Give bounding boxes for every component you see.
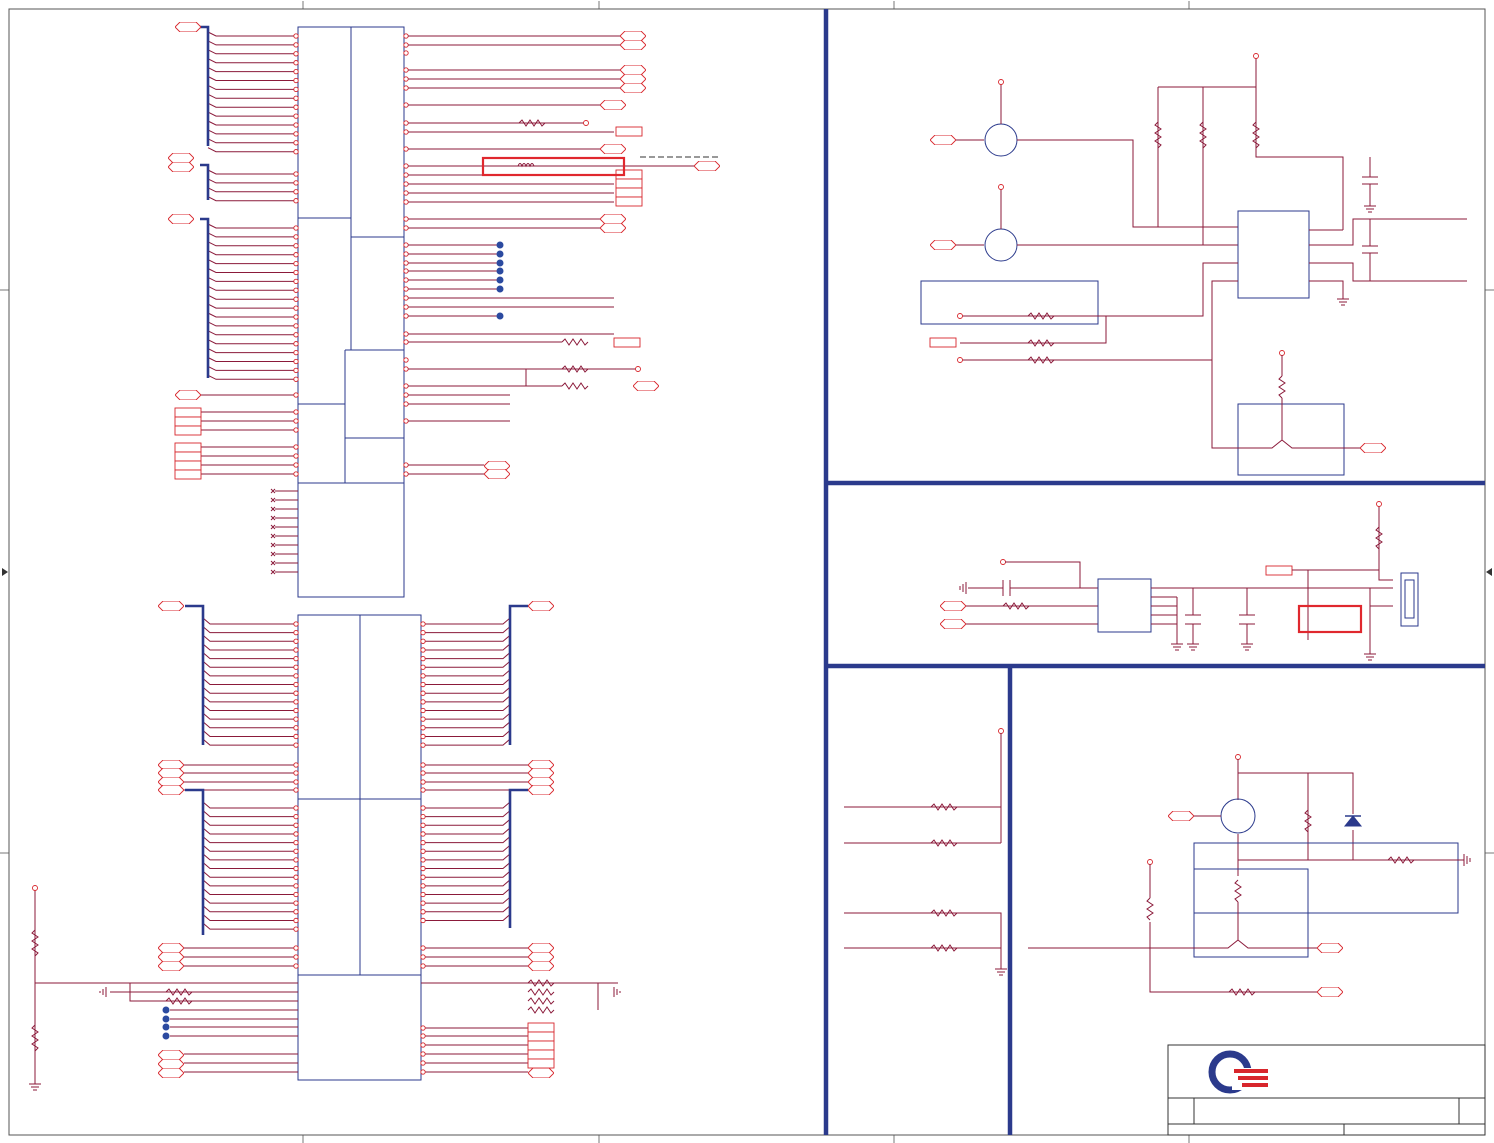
connector-top bbox=[297, 26, 405, 598]
middle-right-circuit bbox=[940, 501, 1419, 661]
schematic-sheet bbox=[0, 1, 1494, 1143]
top-left-right-components bbox=[481, 119, 720, 479]
section-dividers bbox=[823, 9, 1485, 1135]
wires-top-right bbox=[403, 31, 695, 477]
bottom-middle-circuit bbox=[844, 728, 1008, 976]
ports-bottom-left bbox=[158, 601, 555, 1078]
ports-top-left bbox=[168, 22, 202, 480]
arrow-left-marker bbox=[2, 568, 8, 576]
top-right-circuit bbox=[920, 53, 1467, 476]
wires-bottom bbox=[170, 617, 528, 1075]
company-logo bbox=[1208, 1050, 1268, 1094]
wires-top-left bbox=[201, 31, 299, 575]
connector-bottom bbox=[297, 614, 422, 1081]
bottom-right-circuit bbox=[1028, 754, 1471, 997]
arrow-right-marker bbox=[1486, 568, 1492, 576]
